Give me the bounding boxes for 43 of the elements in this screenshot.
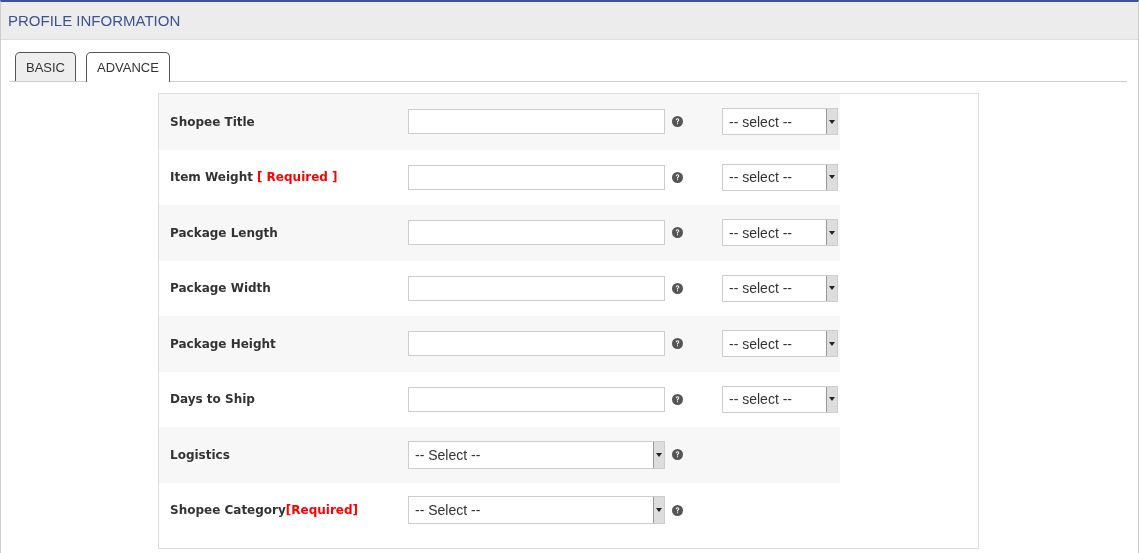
input-field[interactable] [408,164,665,190]
field-label: Package Height [170,336,276,351]
help-icon[interactable] [672,116,683,128]
help-icon[interactable] [672,282,683,294]
field-label: Shopee Title [170,114,255,129]
field-label: Package Width [170,281,271,296]
field-label: Shopee Category [170,503,286,518]
input-field[interactable] [408,386,665,412]
select-dropdown[interactable]: -- select -- [722,330,838,358]
field-label: Days to Ship [170,392,255,407]
help-icon[interactable] [672,393,683,405]
caret-icon [656,508,662,513]
help-icon[interactable] [672,171,683,183]
select-dropdown[interactable]: -- Select -- [408,496,665,525]
tab[interactable]: BASIC [15,52,76,81]
select-dropdown[interactable]: -- select -- [722,274,838,302]
select-dropdown[interactable]: -- Select -- [408,440,665,469]
select-dropdown[interactable]: -- select -- [722,163,838,191]
section-title: PROFILE INFORMATION [8,12,181,29]
input-field[interactable] [408,109,665,135]
field-label: Package Length [170,225,278,240]
caret-icon [829,119,835,124]
help-icon[interactable] [672,449,683,461]
caret-icon [829,175,835,180]
caret-icon [656,452,662,457]
select-dropdown[interactable]: -- select -- [722,108,838,136]
help-icon[interactable] [672,338,683,350]
select-dropdown[interactable]: -- select -- [722,219,838,247]
select-dropdown[interactable]: -- select -- [722,385,838,413]
input-field[interactable] [408,275,665,301]
field-label: Item Weight [170,170,253,185]
required-marker: [ Required ] [255,170,338,185]
help-icon[interactable] [672,227,683,239]
caret-icon [829,397,835,402]
input-field[interactable] [408,331,665,357]
field-label: Logistics [170,447,230,462]
required-marker: [Required] [285,503,359,518]
caret-icon [829,230,835,235]
caret-icon [829,341,835,346]
caret-icon [829,286,835,291]
help-icon[interactable] [672,504,683,516]
input-field[interactable] [408,220,665,246]
tab[interactable]: ADVANCE [86,52,170,82]
